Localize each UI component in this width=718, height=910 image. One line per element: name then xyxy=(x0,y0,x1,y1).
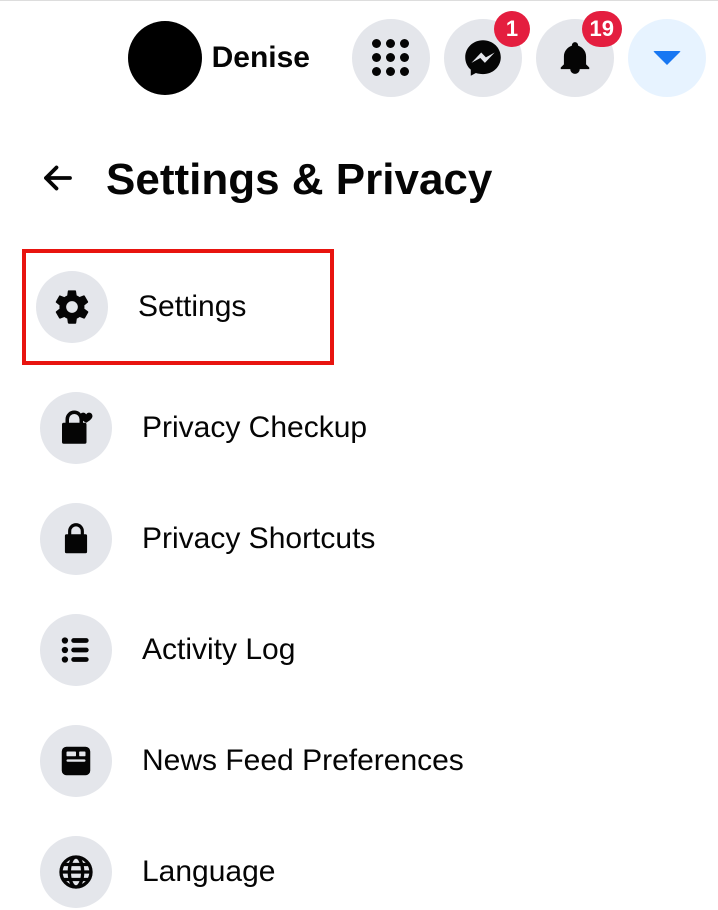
gear-icon xyxy=(36,271,108,343)
account-dropdown-button[interactable] xyxy=(628,19,706,97)
messenger-icon xyxy=(463,38,503,78)
menu-item-privacy-checkup[interactable]: Privacy Checkup xyxy=(40,390,698,466)
top-bar: Denise 1 19 xyxy=(0,0,718,115)
panel-header: Settings & Privacy xyxy=(40,155,698,205)
avatar xyxy=(128,21,202,95)
menu-item-language[interactable]: Language xyxy=(40,834,698,910)
profile-chip[interactable]: Denise xyxy=(128,21,310,95)
menu-item-label: Activity Log xyxy=(142,633,295,667)
profile-name: Denise xyxy=(212,41,310,75)
arrow-left-icon xyxy=(40,160,76,196)
globe-icon xyxy=(40,836,112,908)
messenger-button[interactable]: 1 xyxy=(444,19,522,97)
lock-icon xyxy=(40,503,112,575)
menu-item-settings[interactable]: Settings xyxy=(22,249,334,365)
lock-heart-icon xyxy=(40,392,112,464)
newsfeed-icon xyxy=(40,725,112,797)
messenger-badge: 1 xyxy=(494,11,530,47)
menu-item-label: Language xyxy=(142,855,275,889)
menu-item-label: News Feed Preferences xyxy=(142,744,464,778)
menu-item-privacy-shortcuts[interactable]: Privacy Shortcuts xyxy=(40,501,698,577)
bell-icon xyxy=(556,39,594,77)
notifications-button[interactable]: 19 xyxy=(536,19,614,97)
menu-item-label: Privacy Checkup xyxy=(142,411,367,445)
settings-privacy-panel: Settings & Privacy Settings Privacy Chec… xyxy=(0,115,718,910)
menu-item-news-feed-preferences[interactable]: News Feed Preferences xyxy=(40,723,698,799)
menu-item-activity-log[interactable]: Activity Log xyxy=(40,612,698,688)
panel-title: Settings & Privacy xyxy=(106,155,492,205)
menu-item-label: Privacy Shortcuts xyxy=(142,522,375,556)
menu-list: Settings Privacy Checkup Privacy Shortcu… xyxy=(40,259,698,910)
apps-grid-icon xyxy=(372,39,410,77)
back-button[interactable] xyxy=(40,160,76,201)
list-icon xyxy=(40,614,112,686)
notifications-badge: 19 xyxy=(582,11,622,47)
apps-button[interactable] xyxy=(352,19,430,97)
caret-down-icon xyxy=(653,51,681,65)
menu-item-label: Settings xyxy=(138,290,246,324)
